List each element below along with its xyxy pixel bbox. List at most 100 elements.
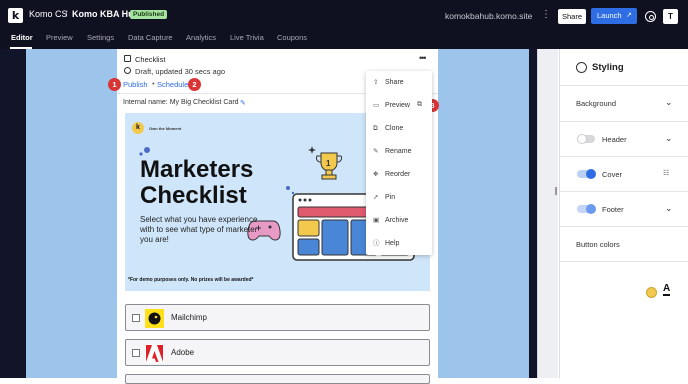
cover-toggle[interactable] bbox=[577, 169, 596, 179]
card-more-options-icon[interactable]: ••• bbox=[419, 53, 427, 63]
checklist-option[interactable]: Adobe bbox=[125, 339, 430, 366]
tab-live-trivia[interactable]: Live Trivia bbox=[230, 33, 264, 42]
menu-item-rename[interactable]: ✎ Rename bbox=[366, 142, 432, 162]
tab-coupons[interactable]: Coupons bbox=[277, 33, 307, 42]
checklist-option[interactable] bbox=[125, 374, 430, 384]
pin-icon: ➚ bbox=[373, 194, 379, 201]
tab-data-capture[interactable]: Data Capture bbox=[128, 33, 173, 42]
row-label: Cover bbox=[602, 170, 623, 179]
menu-item-archive[interactable]: ▣ Archive bbox=[366, 211, 432, 231]
step-badge-2: 2 bbox=[188, 78, 201, 91]
tab-editor[interactable]: Editor bbox=[11, 33, 33, 42]
footer-toggle[interactable] bbox=[577, 204, 596, 214]
internal-name: Internal name: My Big Checklist Card bbox=[123, 99, 239, 106]
checklist-icon bbox=[124, 55, 131, 62]
copy-link-icon[interactable]: ⧉ bbox=[417, 101, 422, 109]
style-row-footer[interactable]: Footer ⌄ bbox=[560, 192, 688, 227]
menu-item-label: Clone bbox=[385, 125, 404, 132]
canvas-scroll-gutter bbox=[537, 49, 558, 378]
cover-heading-line2: Checklist bbox=[140, 182, 247, 209]
more-options-icon[interactable]: ⋮ bbox=[541, 9, 551, 20]
clone-icon: ⧉ bbox=[373, 125, 378, 132]
tab-preview[interactable]: Preview bbox=[46, 33, 73, 42]
archive-icon: ▣ bbox=[373, 217, 380, 224]
row-label: Footer bbox=[602, 205, 624, 214]
adobe-logo bbox=[145, 344, 164, 363]
monitor-icon: ▭ bbox=[373, 102, 380, 109]
cover-heading: Marketers Checklist bbox=[140, 157, 253, 209]
card-status: Draft, updated 30 secs ago bbox=[135, 67, 226, 76]
styling-header: Styling bbox=[560, 49, 688, 86]
row-label: Button colors bbox=[576, 240, 620, 249]
menu-item-preview[interactable]: ▭ Preview ⧉ bbox=[366, 96, 432, 116]
settings-icon[interactable] bbox=[645, 11, 656, 22]
option-checkbox[interactable] bbox=[132, 314, 140, 322]
link-separator: • bbox=[152, 79, 155, 88]
menu-item-label: Rename bbox=[385, 148, 412, 155]
schedule-link[interactable]: Schedule bbox=[157, 80, 188, 89]
card-context-menu: ⇧ Share ▭ Preview ⧉ ⧉ Clone ✎ Rename ✥ Reorder… bbox=[366, 71, 432, 255]
cover-heading-line1: Marketers bbox=[140, 156, 254, 183]
external-link-icon: ↗ bbox=[626, 12, 632, 19]
site-domain[interactable]: komokbahub.komo.site bbox=[445, 11, 532, 21]
option-label: Mailchimp bbox=[171, 313, 208, 322]
chevron-down-icon[interactable]: ⌄ bbox=[665, 203, 673, 214]
style-row-cover[interactable]: Cover ☷ bbox=[560, 157, 688, 192]
move-icon: ✥ bbox=[373, 171, 379, 178]
option-label: Adobe bbox=[171, 348, 195, 357]
checklist-option[interactable]: Mailchimp bbox=[125, 304, 430, 331]
menu-item-label: Share bbox=[385, 79, 404, 86]
draft-status-icon bbox=[124, 67, 131, 74]
menu-item-label: Help bbox=[385, 240, 400, 247]
step-badge-1: 1 bbox=[108, 78, 121, 91]
menu-item-reorder[interactable]: ✥ Reorder bbox=[366, 165, 432, 185]
trophy-icon: 1 bbox=[315, 152, 343, 180]
tab-settings[interactable]: Settings bbox=[87, 33, 114, 42]
styling-title: Styling bbox=[592, 62, 624, 73]
menu-item-label: Preview bbox=[385, 102, 410, 109]
palette-icon bbox=[576, 62, 587, 73]
menu-item-pin[interactable]: ➚ Pin bbox=[366, 188, 432, 208]
breadcrumb-separator: / bbox=[65, 9, 68, 19]
cover-thumbnail-icon[interactable]: ☷ bbox=[663, 169, 669, 177]
menu-item-clone[interactable]: ⧉ Clone bbox=[366, 119, 432, 139]
tab-analytics[interactable]: Analytics bbox=[186, 33, 216, 42]
style-row-header[interactable]: Header ⌄ bbox=[560, 122, 688, 157]
cover-disclaimer: *For demo purposes only. No prizes will … bbox=[128, 277, 254, 283]
text-color-icon[interactable]: A bbox=[663, 283, 671, 296]
launch-label: Launch bbox=[597, 11, 622, 20]
status-badge: Published bbox=[130, 10, 168, 19]
cover-subtitle: Select what you have experience with to … bbox=[140, 215, 258, 244]
chevron-down-icon[interactable]: ⌄ bbox=[665, 97, 673, 108]
menu-item-label: Pin bbox=[385, 194, 396, 201]
mailchimp-logo bbox=[145, 309, 164, 328]
share-icon: ⇧ bbox=[373, 79, 379, 86]
menu-item-help[interactable]: ⓘ Help bbox=[366, 234, 432, 254]
style-row-button-colors: Button colors bbox=[560, 227, 688, 262]
resize-handle[interactable] bbox=[555, 187, 557, 195]
menu-item-share[interactable]: ⇧ Share bbox=[366, 73, 432, 93]
breadcrumb-workspace[interactable]: Komo CS bbox=[29, 9, 68, 19]
style-row-background[interactable]: Background ⌄ bbox=[560, 86, 688, 122]
share-button[interactable]: Share bbox=[558, 9, 586, 24]
menu-item-label: Reorder bbox=[385, 171, 411, 178]
tab-bar: Editor Preview Settings Data Capture Ana… bbox=[0, 30, 688, 49]
rename-icon: ✎ bbox=[373, 148, 379, 155]
canvas-left-gutter bbox=[0, 49, 26, 378]
option-checkbox[interactable] bbox=[132, 349, 140, 357]
card-title: Checklist bbox=[135, 55, 166, 64]
header-toggle[interactable] bbox=[577, 134, 595, 144]
help-icon: ⓘ bbox=[373, 240, 380, 247]
edit-icon[interactable]: ✎ bbox=[240, 99, 246, 107]
komo-logo[interactable]: k bbox=[8, 8, 23, 23]
launch-button[interactable]: Launch ↗ bbox=[591, 8, 637, 24]
row-label: Header bbox=[602, 135, 627, 144]
button-color-swatch[interactable] bbox=[646, 287, 657, 298]
svg-text:1: 1 bbox=[326, 159, 331, 168]
menu-item-label: Archive bbox=[385, 217, 409, 224]
canvas-right-gutter bbox=[529, 49, 537, 378]
top-bar: k Komo CS / Komo KBA Hub Published komok… bbox=[0, 0, 688, 30]
publish-link[interactable]: Publish bbox=[123, 80, 148, 89]
user-avatar[interactable]: T bbox=[663, 9, 678, 24]
chevron-down-icon[interactable]: ⌄ bbox=[665, 133, 673, 144]
